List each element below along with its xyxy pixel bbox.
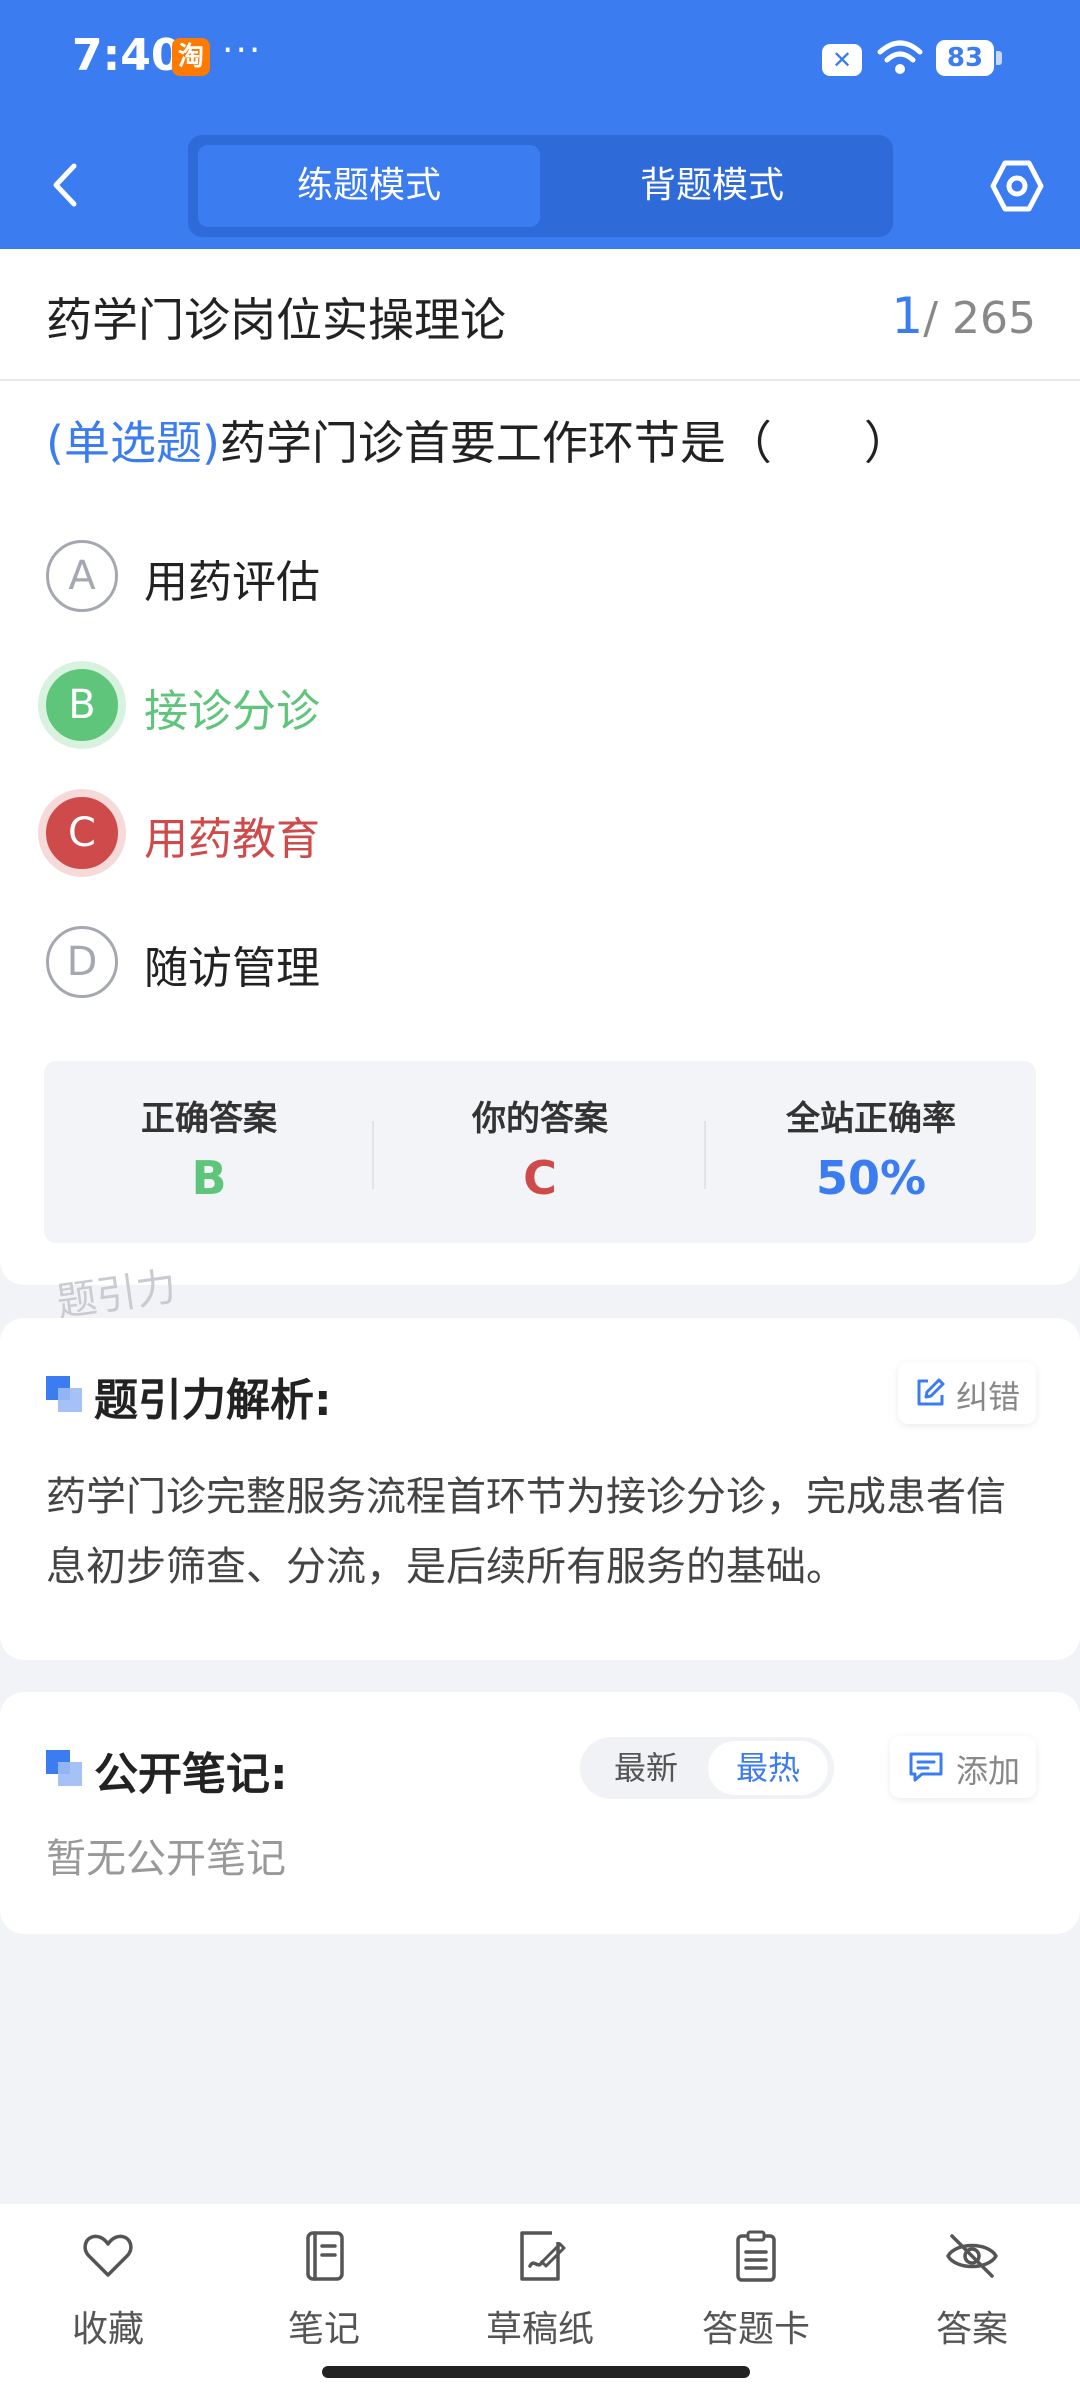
question-progress: 1/ 265	[891, 287, 1036, 345]
top-header: 7:40 淘 ··· ✕ 83 练题模式 背题模式	[0, 0, 1080, 249]
nav-label: 笔记	[287, 2309, 360, 2350]
public-notes-card: 公开笔记: 最新 最热 添加 暂无公开笔记	[0, 1692, 1080, 1934]
option-letter: D	[46, 926, 118, 998]
nav-favorite[interactable]: 收藏	[28, 2228, 188, 2358]
question-card: 药学门诊岗位实操理论 1/ 265 (单选题)药学门诊首要工作环节是（ ） A …	[0, 249, 1080, 1285]
total-questions: / 265	[923, 293, 1036, 344]
tab-practice-mode[interactable]: 练题模式	[198, 145, 540, 227]
nav-draft-paper[interactable]: 草稿纸	[460, 2228, 620, 2358]
option-a[interactable]: A 用药评估	[46, 536, 1006, 616]
nav-show-answer[interactable]: 答案	[892, 2228, 1052, 2358]
option-text: 用药评估	[144, 557, 320, 608]
current-question-number: 1	[891, 287, 924, 345]
comment-icon	[909, 1752, 943, 1782]
add-note-button[interactable]: 添加	[890, 1736, 1036, 1798]
section-marker-icon	[46, 1376, 82, 1412]
accuracy-value: 50%	[815, 1151, 927, 1205]
eye-off-icon	[946, 2234, 998, 2278]
home-indicator[interactable]	[322, 2366, 750, 2378]
accuracy-column: 全站正确率 50%	[706, 1061, 1036, 1243]
heart-icon	[83, 2234, 133, 2277]
option-letter: A	[46, 540, 118, 612]
edit-icon	[917, 1378, 945, 1406]
back-arrow-icon[interactable]	[40, 150, 90, 220]
course-title: 药学门诊岗位实操理论	[46, 293, 506, 347]
question-text: 药学门诊首要工作环节是（ ）	[219, 416, 910, 470]
add-note-label: 添加	[956, 1752, 1021, 1790]
option-text: 随访管理	[144, 943, 320, 994]
empty-notes-text: 暂无公开笔记	[46, 1836, 286, 1882]
nav-answer-sheet[interactable]: 答题卡	[676, 2228, 836, 2358]
question-type: (单选题)	[46, 416, 220, 470]
option-c[interactable]: C 用药教育	[46, 793, 1006, 873]
option-letter: C	[46, 797, 118, 869]
report-error-button[interactable]: 纠错	[898, 1362, 1036, 1424]
mode-switch: 练题模式 背题模式	[188, 135, 893, 237]
nav-notes[interactable]: 笔记	[244, 2228, 404, 2358]
report-error-label: 纠错	[956, 1378, 1021, 1416]
your-answer-label: 你的答案	[472, 1099, 608, 1139]
question-stem: (单选题)药学门诊首要工作环节是（ ）	[46, 407, 910, 473]
option-text: 接诊分诊	[144, 686, 320, 737]
correct-answer-column: 正确答案 B	[44, 1061, 374, 1243]
settings-icon[interactable]	[988, 157, 1046, 215]
notebook-icon	[306, 2231, 344, 2281]
your-answer-value: C	[523, 1151, 557, 1205]
nav-label: 答题卡	[701, 2309, 810, 2350]
nav-label: 草稿纸	[485, 2309, 594, 2350]
sort-latest[interactable]: 最新	[586, 1741, 706, 1795]
analysis-text: 药学门诊完整服务流程首环节为接诊分诊，完成患者信息初步筛查、分流，是后续所有服务…	[46, 1474, 1006, 1590]
more-notifications-icon: ···	[222, 30, 263, 71]
nav-label: 答案	[935, 2309, 1008, 2350]
status-bar: 7:40 淘 ··· ✕ 83	[0, 0, 1080, 120]
no-sim-icon: ✕	[822, 44, 862, 76]
notes-title: 公开笔记:	[94, 1749, 288, 1800]
answer-summary: 正确答案 B 你的答案 C 全站正确率 50%	[44, 1061, 1036, 1243]
taobao-notification-icon: 淘	[172, 38, 210, 76]
answer-sheet-icon	[736, 2230, 776, 2282]
wifi-icon	[877, 40, 923, 74]
accuracy-label: 全站正确率	[786, 1099, 956, 1139]
option-d[interactable]: D 随访管理	[46, 922, 1006, 1002]
divider	[372, 1121, 374, 1189]
notes-sort-toggle: 最新 最热	[580, 1737, 834, 1799]
analysis-card: 题引力解析: 纠错 药学门诊完整服务流程首环节为接诊分诊，完成患者信息初步筛查、…	[0, 1318, 1080, 1660]
analysis-title: 题引力解析:	[94, 1375, 332, 1426]
section-marker-icon	[46, 1750, 82, 1786]
correct-answer-value: B	[191, 1151, 227, 1205]
battery-indicator: 83	[936, 40, 1002, 76]
option-text: 用药教育	[144, 814, 320, 865]
course-title-row: 药学门诊岗位实操理论 1/ 265	[0, 249, 1080, 381]
nav-label: 收藏	[71, 2309, 144, 2350]
draft-paper-icon	[520, 2231, 566, 2281]
option-b[interactable]: B 接诊分诊	[46, 665, 1006, 745]
status-time: 7:40	[72, 30, 182, 81]
tab-memorize-mode[interactable]: 背题模式	[541, 145, 883, 227]
your-answer-column: 你的答案 C	[375, 1061, 705, 1243]
option-letter: B	[46, 669, 118, 741]
correct-answer-label: 正确答案	[141, 1099, 277, 1139]
sort-hottest[interactable]: 最热	[708, 1741, 828, 1795]
